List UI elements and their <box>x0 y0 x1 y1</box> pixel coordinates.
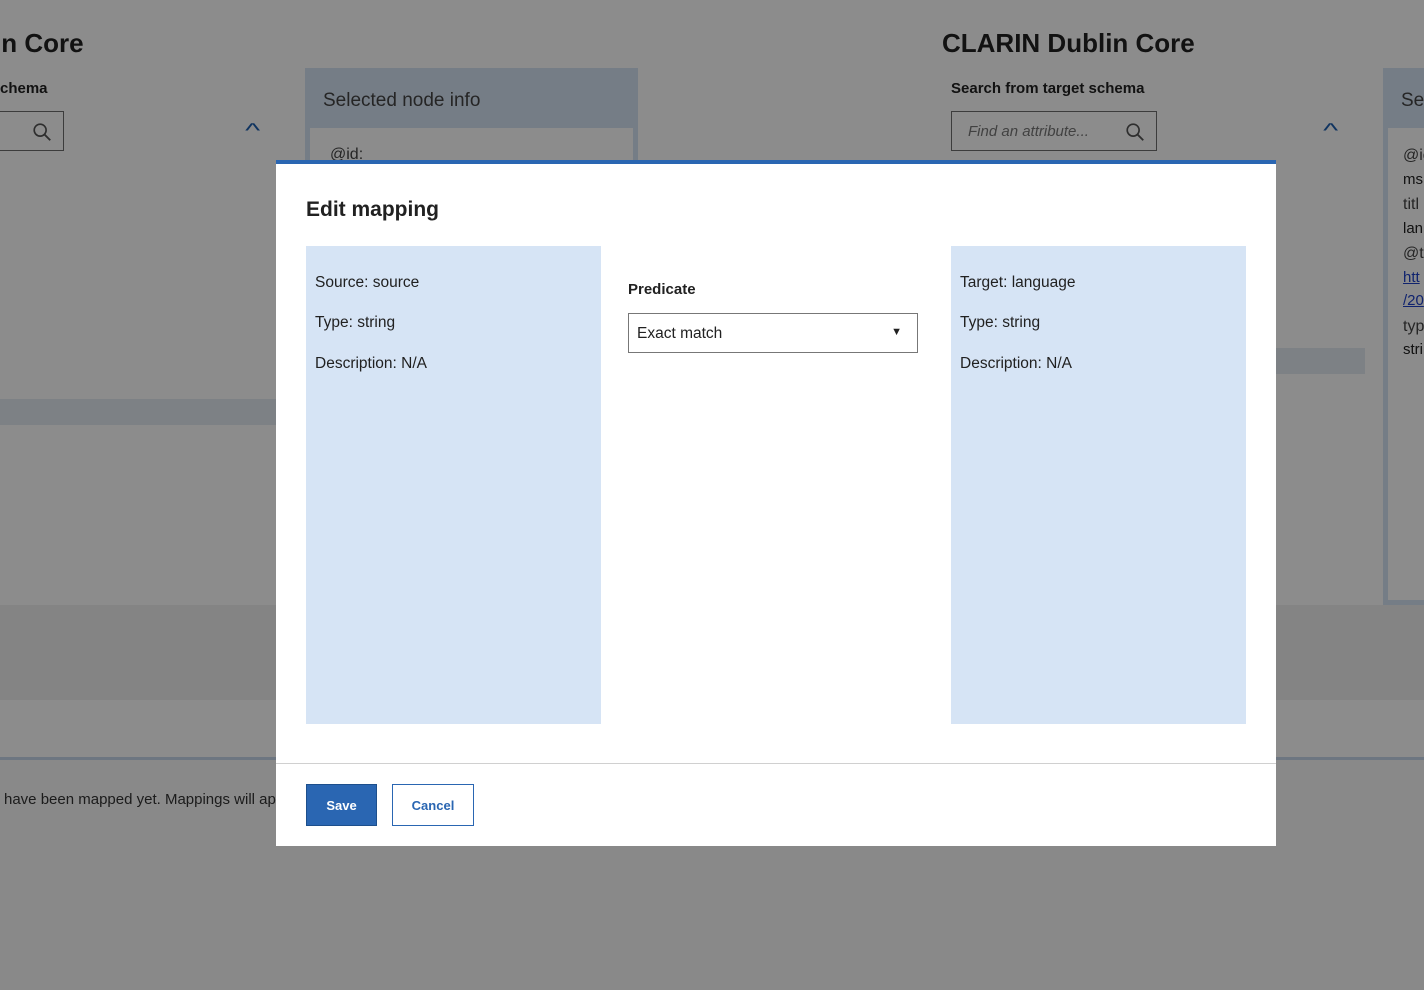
predicate-label: Predicate <box>628 281 696 298</box>
dialog-title: Edit mapping <box>306 198 439 221</box>
dialog-footer-divider <box>276 763 1276 764</box>
target-attribute-panel: Target: language Type: string Descriptio… <box>951 246 1246 724</box>
save-button[interactable]: Save <box>306 784 377 826</box>
source-type-line: Type: string <box>315 314 396 331</box>
edit-mapping-dialog: Edit mapping Source: source Type: string… <box>276 160 1276 846</box>
predicate-selected-value: Exact match <box>637 325 723 342</box>
target-name-line: Target: language <box>960 274 1076 291</box>
target-description-line: Description: N/A <box>960 355 1072 372</box>
target-type-line: Type: string <box>960 314 1041 331</box>
source-name-line: Source: source <box>315 274 420 291</box>
predicate-dropdown[interactable]: Exact match ▼ <box>628 313 918 353</box>
source-description-line: Description: N/A <box>315 355 427 372</box>
source-attribute-panel: Source: source Type: string Description:… <box>306 246 601 724</box>
cancel-button[interactable]: Cancel <box>392 784 474 826</box>
caret-down-icon: ▼ <box>891 326 902 338</box>
